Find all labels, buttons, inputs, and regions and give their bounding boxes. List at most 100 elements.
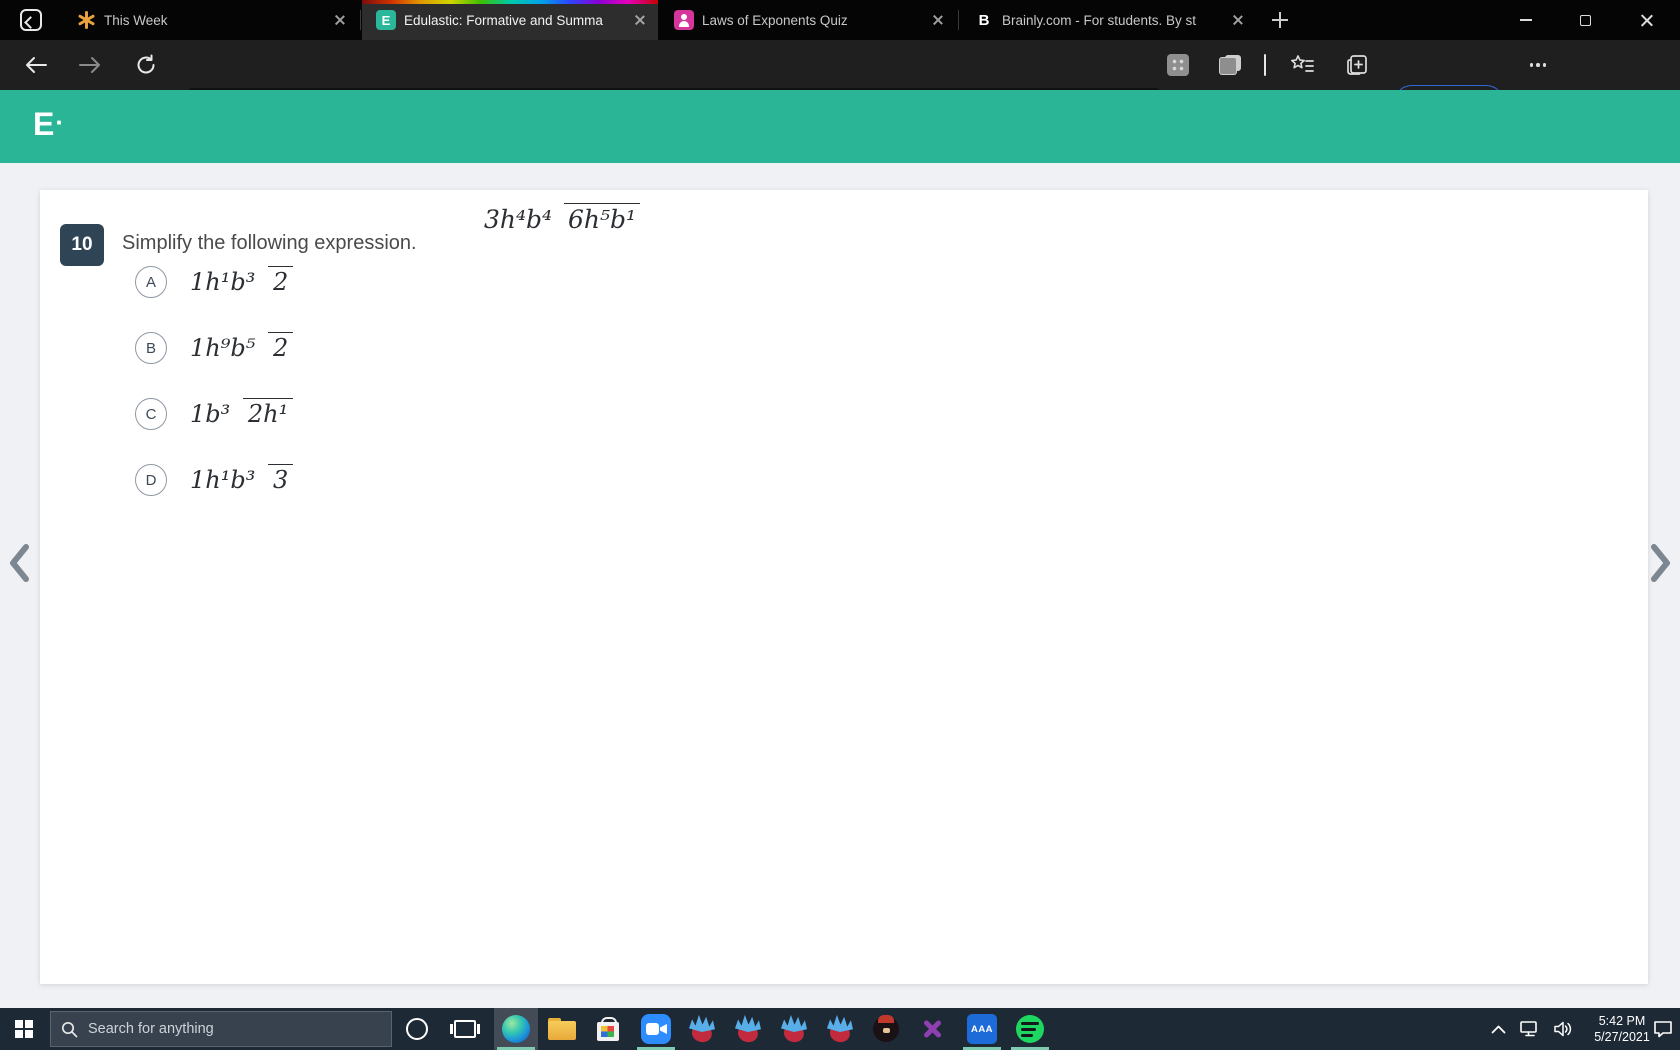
extension-photos-button[interactable] — [1216, 51, 1244, 79]
tray-network[interactable] — [1512, 1008, 1546, 1050]
taskbar-search-input[interactable]: Search for anything — [50, 1011, 392, 1047]
refresh-icon — [137, 54, 155, 74]
chevron-left-icon — [10, 544, 29, 582]
purple-x-icon — [919, 1016, 945, 1042]
maximize-icon — [1579, 14, 1591, 26]
browser-menu-button[interactable] — [1524, 51, 1552, 79]
option-denominator: 3 — [267, 463, 294, 495]
page-previous-chevron[interactable] — [6, 541, 36, 585]
spotify-icon — [1016, 1015, 1044, 1043]
toolbar-divider — [1264, 54, 1266, 76]
favorites-button[interactable] — [1288, 51, 1316, 79]
option-radio[interactable]: A — [135, 266, 167, 298]
edulastic-logo: E· — [33, 106, 66, 142]
start-button[interactable] — [0, 1008, 48, 1050]
option-numerator: 1h⁹b⁵ — [190, 333, 256, 362]
option-radio[interactable]: B — [135, 332, 167, 364]
option-denominator: 2h¹ — [242, 397, 294, 429]
window-maximize-button[interactable] — [1562, 0, 1608, 40]
extension-grid-button[interactable] — [1164, 51, 1192, 79]
option-fraction: 1h⁹b⁵ 2 — [185, 331, 294, 363]
taskbar-file-explorer[interactable] — [540, 1008, 584, 1050]
taskbar-game-5[interactable] — [864, 1008, 908, 1050]
option-radio[interactable]: C — [135, 398, 167, 430]
option-numerator: 1b³ — [190, 399, 231, 428]
back-button[interactable] — [20, 49, 52, 81]
collections-button[interactable] — [1344, 51, 1372, 79]
clock-text: 5:42 PM 5/27/2021 — [1594, 1013, 1650, 1045]
option-fraction: 1h¹b³ 3 — [185, 463, 294, 495]
folder-icon — [548, 1018, 576, 1040]
tab-title: Edulastic: Formative and Summa — [404, 12, 603, 28]
microsoft-store-icon — [597, 1017, 619, 1041]
option-fraction: 1b³ 2h¹ — [185, 397, 294, 429]
close-icon[interactable] — [1230, 12, 1246, 28]
quiz-header: E· Question 10/14 ! NEXT BOOKMARK — [0, 90, 1680, 243]
tab-edulastic[interactable]: E Edulastic: Formative and Summa — [362, 0, 658, 40]
option-denominator: 2 — [267, 265, 294, 297]
task-view-button[interactable] — [442, 1008, 488, 1050]
network-icon — [1520, 1021, 1537, 1037]
clock-time: 5:42 PM — [1598, 1014, 1646, 1028]
tray-action-center[interactable] — [1646, 1008, 1680, 1050]
cortana-button[interactable] — [394, 1008, 440, 1050]
game-character-icon — [825, 1014, 855, 1044]
answer-option-c[interactable]: C 1b³ 2h¹ — [135, 397, 294, 430]
option-fraction: 1h¹b³ 2 — [185, 265, 294, 297]
taskbar-ppa-app[interactable]: AAA — [958, 1008, 1006, 1050]
close-icon[interactable] — [332, 12, 348, 28]
expression-denominator: 6h⁵b¹ — [564, 203, 641, 235]
new-tab-button[interactable] — [1268, 8, 1292, 32]
window-close-button[interactable] — [1624, 0, 1670, 40]
answer-option-d[interactable]: D 1h¹b³ 3 — [135, 463, 294, 496]
taskbar-game-3[interactable] — [772, 1008, 816, 1050]
tab-this-week[interactable]: This Week — [62, 0, 358, 40]
answer-option-a[interactable]: A 1h¹b³ 2 — [135, 265, 294, 298]
photos-icon — [1219, 55, 1241, 75]
tab-divider — [360, 10, 361, 30]
forward-button[interactable] — [74, 49, 106, 81]
minimize-icon — [1520, 19, 1532, 21]
taskbar-zoom[interactable] — [634, 1008, 678, 1050]
favorites-star-list-icon — [1291, 55, 1314, 72]
taskbar-edge[interactable] — [494, 1008, 538, 1050]
windows-logo-icon — [15, 1020, 33, 1038]
tray-show-hidden-icons[interactable] — [1482, 1008, 1514, 1050]
browser-app-icon[interactable] — [20, 9, 42, 31]
taskbar-game-6[interactable] — [910, 1008, 954, 1050]
window-minimize-button[interactable] — [1503, 0, 1549, 40]
clock-date: 5/27/2021 — [1594, 1030, 1650, 1044]
tab-title: This Week — [104, 12, 168, 28]
ppa-icon: AAA — [967, 1014, 997, 1044]
task-view-icon — [450, 1020, 480, 1038]
taskbar-store[interactable] — [586, 1008, 630, 1050]
taskbar-game-4[interactable] — [818, 1008, 862, 1050]
chevron-right-icon — [1651, 544, 1670, 582]
taskbar-game-2[interactable] — [726, 1008, 770, 1050]
page-next-chevron[interactable] — [1648, 541, 1678, 585]
tab-laws-of-exponents[interactable]: Laws of Exponents Quiz — [660, 0, 956, 40]
close-icon[interactable] — [632, 12, 648, 28]
close-icon — [1640, 13, 1654, 27]
page-background: 10 Simplify the following expression. 3h… — [0, 163, 1680, 1008]
answer-option-b[interactable]: B 1h⁹b⁵ 2 — [135, 331, 294, 364]
close-icon[interactable] — [930, 12, 946, 28]
edge-icon — [502, 1015, 530, 1043]
browser-tab-bar: This Week E Edulastic: Formative and Sum… — [0, 0, 1680, 40]
option-radio[interactable]: D — [135, 464, 167, 496]
action-center-icon — [1654, 1021, 1672, 1038]
tray-volume[interactable] — [1546, 1008, 1580, 1050]
taskbar-spotify[interactable] — [1008, 1008, 1052, 1050]
edulastic-favicon: E — [376, 10, 396, 30]
zoom-camera-icon — [641, 1014, 671, 1044]
person-favicon — [674, 10, 694, 30]
extension-grid-icon — [1167, 54, 1189, 76]
tab-brainly[interactable]: B Brainly.com - For students. By st — [960, 0, 1256, 40]
search-icon — [61, 1021, 78, 1037]
taskbar-game-1[interactable] — [680, 1008, 724, 1050]
option-numerator: 1h¹b³ — [190, 267, 256, 296]
asterisk-icon — [76, 10, 96, 30]
collections-icon — [1347, 55, 1367, 75]
refresh-button[interactable] — [130, 49, 162, 81]
tab-title: Laws of Exponents Quiz — [702, 12, 848, 28]
